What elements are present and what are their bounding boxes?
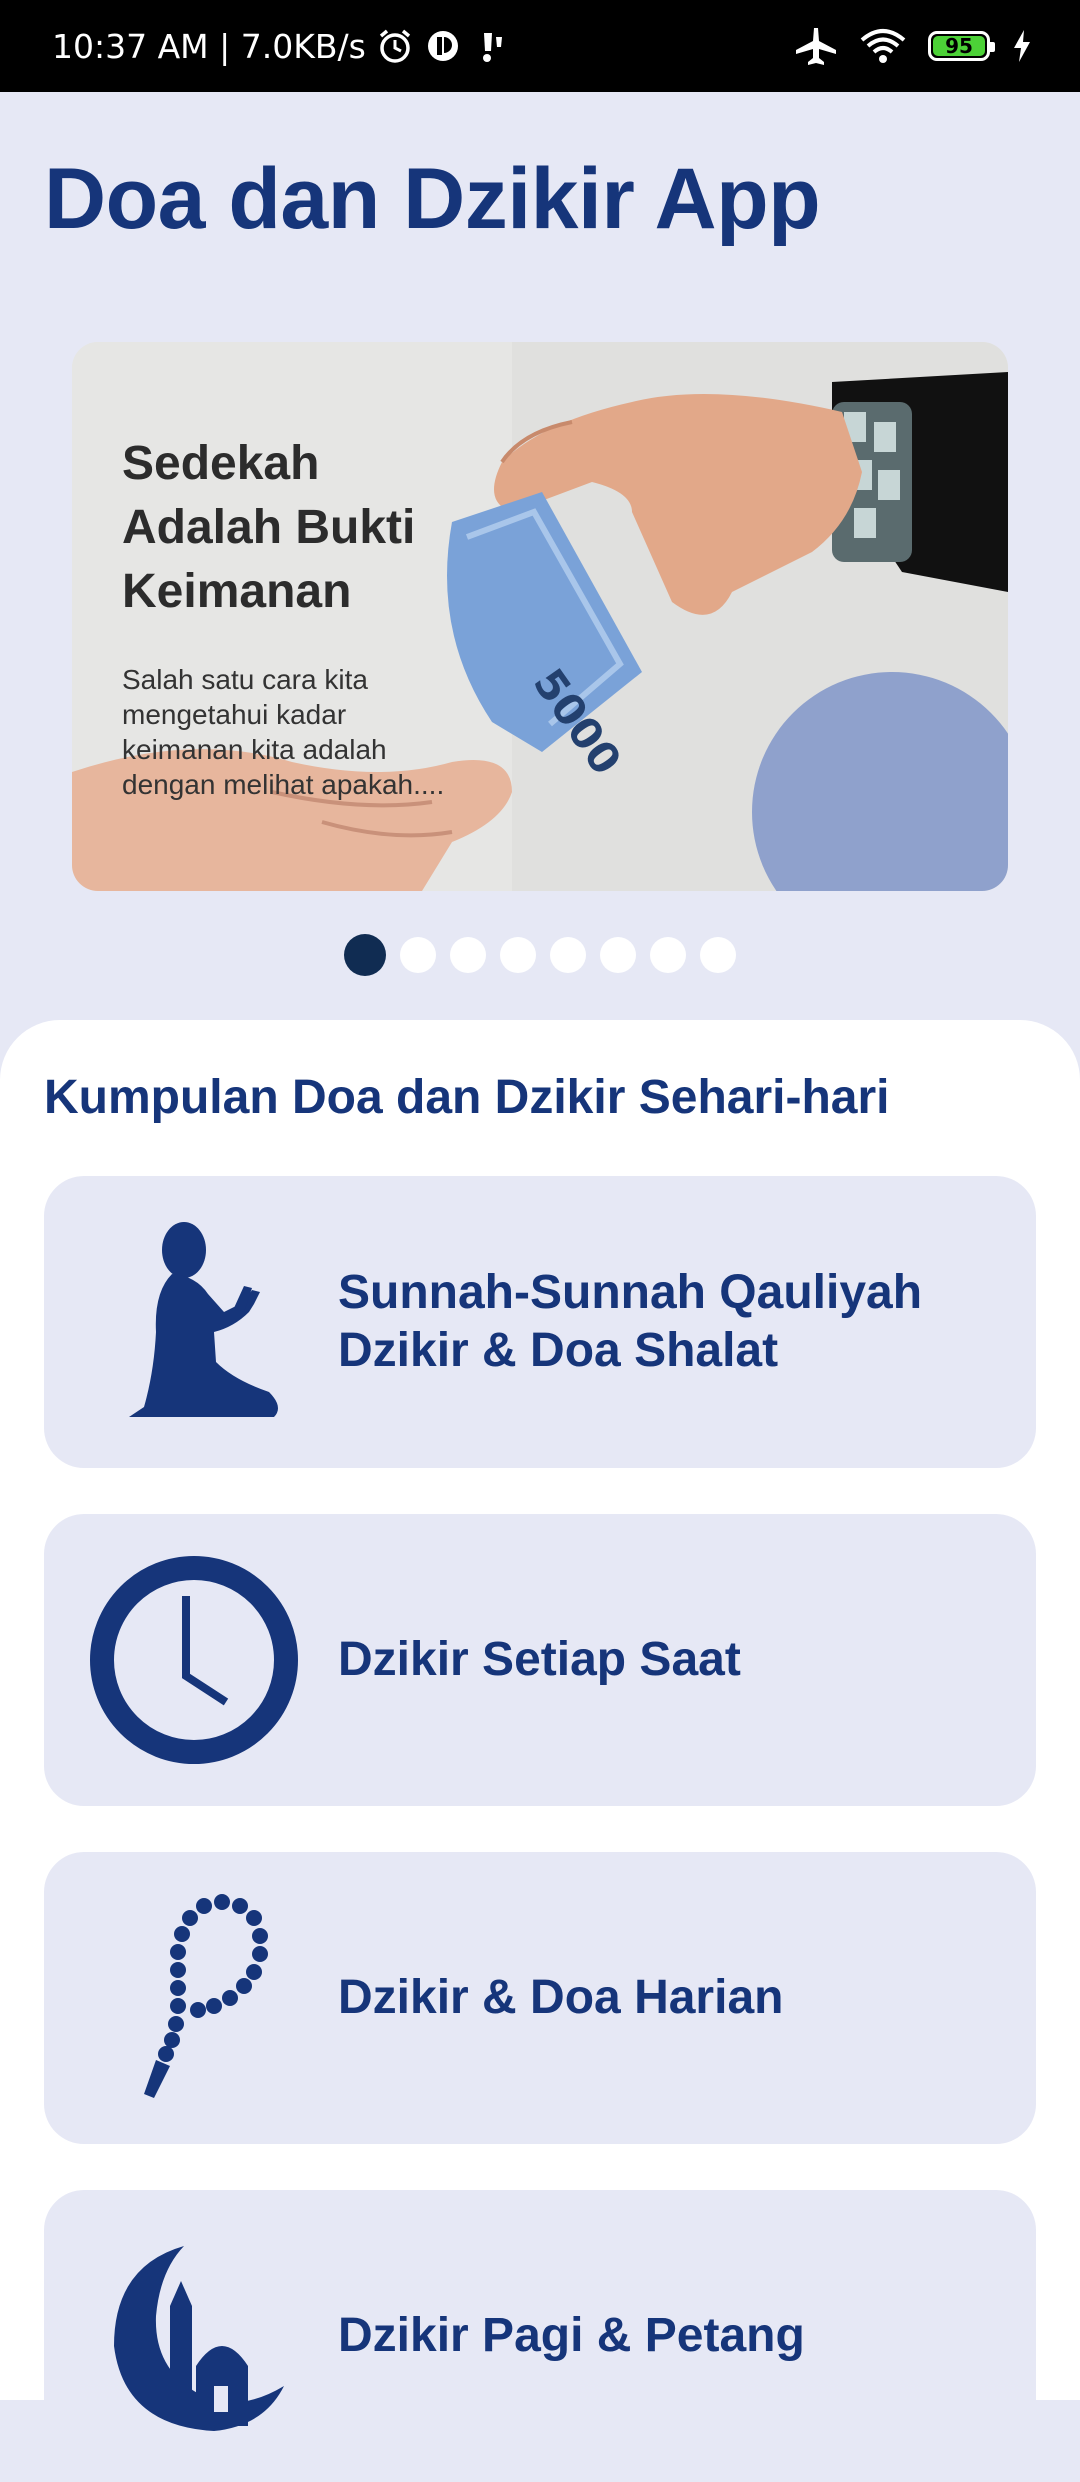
carousel-dot-7[interactable] (650, 937, 686, 973)
menu-label: Dzikir Setiap Saat (338, 1633, 741, 1686)
carousel-dot-5[interactable] (550, 937, 586, 973)
battery-icon: 95 (928, 31, 995, 61)
menu-label: Sunnah-Sunnah Qauliyah Dzikir & Doa Shal… (338, 1266, 923, 1377)
notification-icon (427, 31, 458, 61)
carousel-dot-1[interactable] (344, 934, 386, 976)
carousel-indicator (0, 932, 1080, 978)
status-time-speed: 10:37 AM | 7.0KB/s (52, 26, 366, 66)
battery-level: 95 (945, 34, 973, 58)
alarm-icon (379, 29, 410, 63)
prayer-beads-icon (144, 1894, 268, 2098)
status-bar: 10:37 AM | 7.0KB/s 95 (0, 0, 1080, 92)
carousel-dot-2[interactable] (400, 937, 436, 973)
status-right: 95 (794, 0, 1032, 92)
app-title: Doa dan Dzikir App (44, 151, 821, 247)
section-title: Kumpulan Doa dan Dzikir Sehari-hari (44, 1071, 890, 1124)
carousel-dot-4[interactable] (500, 937, 536, 973)
banner-heading: Sedekah Adalah Bukti Keimanan (122, 437, 416, 618)
crescent-mosque-icon (114, 2246, 284, 2431)
charging-icon (1014, 30, 1030, 62)
wifi-icon (860, 29, 906, 63)
menu-card-dzikir-setiap-saat[interactable]: Dzikir Setiap Saat (44, 1514, 1036, 1806)
menu-label: Dzikir & Doa Harian (338, 1971, 784, 2024)
menu-label: Dzikir Pagi & Petang (338, 2309, 805, 2362)
carousel-dot-6[interactable] (600, 937, 636, 973)
clock-icon (90, 1556, 298, 1764)
carousel-dot-3[interactable] (450, 937, 486, 973)
menu-card-dzikir-doa-shalat[interactable]: Sunnah-Sunnah Qauliyah Dzikir & Doa Shal… (44, 1176, 1036, 1468)
sim-icon (482, 33, 502, 62)
praying-person-icon (129, 1222, 278, 1417)
status-left: 10:37 AM | 7.0KB/s (52, 0, 510, 92)
banner-carousel-slide[interactable]: 5000 Sedekah Adalah Bukti Keimanan Salah… (72, 342, 1008, 891)
carousel-dot-8[interactable] (700, 937, 736, 973)
menu-card-dzikir-doa-harian[interactable]: Dzikir & Doa Harian (44, 1852, 1036, 2144)
menu-card-dzikir-pagi-petang[interactable]: Dzikir Pagi & Petang (44, 2190, 1036, 2482)
airplane-icon (796, 28, 836, 65)
banner-body: Salah satu cara kita mengetahui kadar ke… (122, 664, 445, 800)
